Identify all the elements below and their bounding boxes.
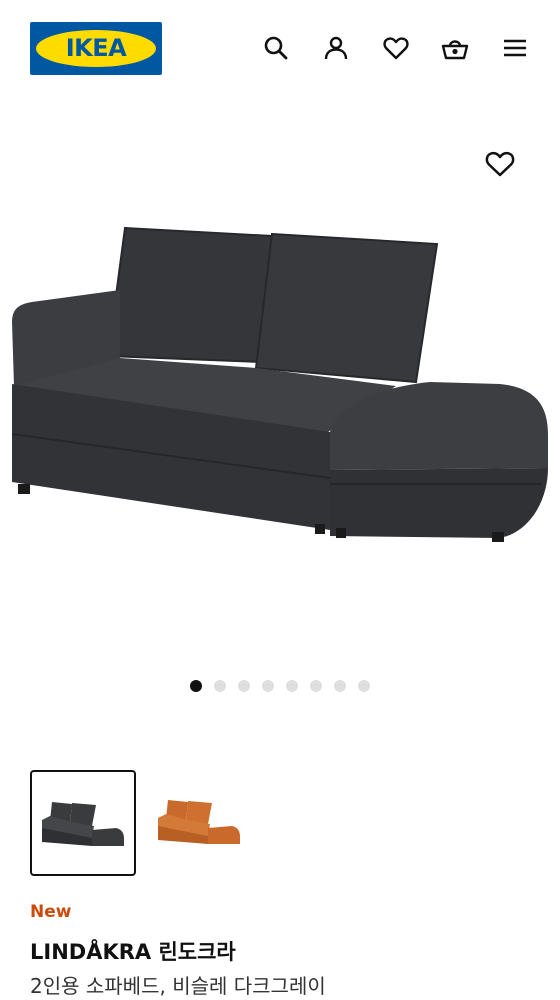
user-icon[interactable] xyxy=(322,34,350,62)
new-badge: New xyxy=(30,902,72,922)
save-to-favourites-heart-icon[interactable] xyxy=(484,148,516,180)
carousel-dot[interactable] xyxy=(334,680,346,692)
basket-icon[interactable] xyxy=(441,34,469,62)
variant-thumbnail-dark-grey[interactable] xyxy=(30,770,136,876)
search-icon[interactable] xyxy=(262,34,290,62)
menu-icon[interactable] xyxy=(501,34,529,62)
image-carousel-dots xyxy=(0,680,560,696)
carousel-dot[interactable] xyxy=(262,680,274,692)
product-image-sofa-bed[interactable] xyxy=(0,200,560,560)
heart-icon[interactable] xyxy=(382,34,410,62)
ikea-logo[interactable]: IKEA xyxy=(30,22,162,75)
product-name: LINDÅKRA 린도크라 xyxy=(30,940,236,964)
header: IKEA xyxy=(0,0,560,96)
carousel-dot[interactable] xyxy=(286,680,298,692)
product-description: 2인용 소파베드, 비슬레 다크그레이 xyxy=(30,974,326,998)
carousel-dot[interactable] xyxy=(190,680,202,692)
carousel-dot[interactable] xyxy=(214,680,226,692)
carousel-dot[interactable] xyxy=(358,680,370,692)
carousel-dot[interactable] xyxy=(238,680,250,692)
logo-wordmark: IKEA xyxy=(65,34,127,62)
variant-thumbnail-orange[interactable] xyxy=(148,770,254,876)
carousel-dot[interactable] xyxy=(310,680,322,692)
